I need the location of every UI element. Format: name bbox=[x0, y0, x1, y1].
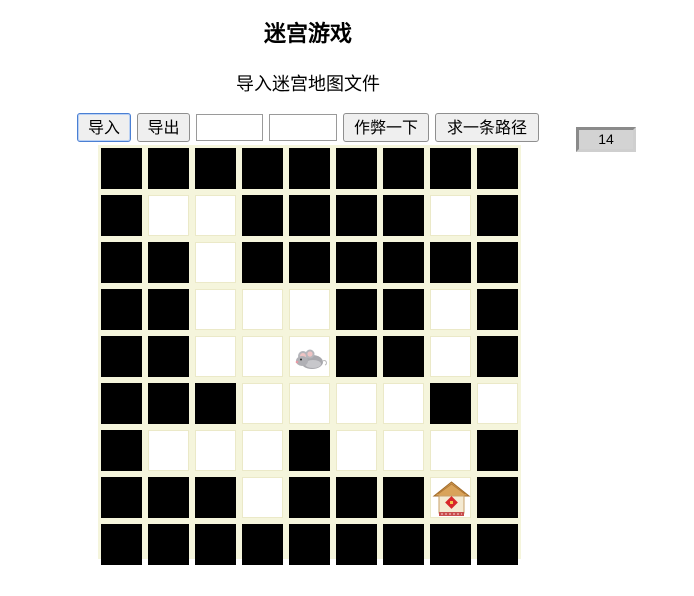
maze-wall-cell[interactable] bbox=[289, 524, 330, 565]
maze-wall-cell[interactable] bbox=[148, 477, 189, 518]
maze-wall-cell[interactable] bbox=[477, 430, 518, 471]
maze-wall-cell[interactable] bbox=[101, 524, 142, 565]
maze-wall-cell[interactable] bbox=[477, 195, 518, 236]
maze-wall-cell[interactable] bbox=[148, 242, 189, 283]
maze-wall-cell[interactable] bbox=[383, 195, 424, 236]
maze-path-cell[interactable] bbox=[430, 477, 471, 518]
maze-board[interactable] bbox=[98, 145, 521, 565]
maze-wall-cell[interactable] bbox=[242, 148, 283, 189]
maze-path-cell[interactable] bbox=[430, 289, 471, 330]
maze-wall-cell[interactable] bbox=[477, 148, 518, 189]
maze-wall-cell[interactable] bbox=[430, 524, 471, 565]
maze-wall-cell[interactable] bbox=[101, 336, 142, 377]
maze-path-cell[interactable] bbox=[242, 383, 283, 424]
maze-wall-cell[interactable] bbox=[289, 148, 330, 189]
maze-wall-cell[interactable] bbox=[383, 477, 424, 518]
maze-wall-cell[interactable] bbox=[101, 148, 142, 189]
maze-path-cell[interactable] bbox=[195, 195, 236, 236]
maze-path-cell[interactable] bbox=[195, 336, 236, 377]
maze-wall-cell[interactable] bbox=[383, 148, 424, 189]
maze-wall-cell[interactable] bbox=[195, 477, 236, 518]
maze-wall-cell[interactable] bbox=[477, 477, 518, 518]
export-button[interactable]: 导出 bbox=[137, 113, 190, 142]
maze-wall-cell[interactable] bbox=[101, 289, 142, 330]
maze-wall-cell[interactable] bbox=[477, 336, 518, 377]
maze-wall-cell[interactable] bbox=[195, 383, 236, 424]
maze-path-cell[interactable] bbox=[289, 336, 330, 377]
maze-wall-cell[interactable] bbox=[430, 383, 471, 424]
step-counter: 14 bbox=[576, 127, 636, 152]
maze-path-cell[interactable] bbox=[148, 430, 189, 471]
text-input-2[interactable] bbox=[269, 114, 337, 141]
maze-wall-cell[interactable] bbox=[289, 242, 330, 283]
maze-wall-cell[interactable] bbox=[430, 242, 471, 283]
maze-path-cell[interactable] bbox=[336, 430, 377, 471]
maze-wall-cell[interactable] bbox=[195, 524, 236, 565]
maze-wall-cell[interactable] bbox=[148, 383, 189, 424]
maze-wall-cell[interactable] bbox=[242, 195, 283, 236]
maze-wall-cell[interactable] bbox=[148, 336, 189, 377]
maze-wall-cell[interactable] bbox=[383, 242, 424, 283]
maze-path-cell[interactable] bbox=[289, 383, 330, 424]
maze-path-cell[interactable] bbox=[242, 289, 283, 330]
maze-wall-cell[interactable] bbox=[336, 242, 377, 283]
maze-path-cell[interactable] bbox=[195, 430, 236, 471]
text-input-1[interactable] bbox=[196, 114, 263, 141]
maze-path-cell[interactable] bbox=[430, 430, 471, 471]
import-button[interactable]: 导入 bbox=[77, 113, 131, 142]
maze-path-cell[interactable] bbox=[383, 430, 424, 471]
maze-wall-cell[interactable] bbox=[242, 242, 283, 283]
maze-wall-cell[interactable] bbox=[430, 148, 471, 189]
maze-wall-cell[interactable] bbox=[101, 195, 142, 236]
maze-wall-cell[interactable] bbox=[336, 524, 377, 565]
maze-wall-cell[interactable] bbox=[195, 148, 236, 189]
maze-path-cell[interactable] bbox=[242, 336, 283, 377]
maze-wall-cell[interactable] bbox=[383, 336, 424, 377]
maze-wall-cell[interactable] bbox=[336, 477, 377, 518]
import-map-label: 导入迷宫地图文件 bbox=[236, 74, 380, 95]
maze-wall-cell[interactable] bbox=[101, 430, 142, 471]
maze-wall-cell[interactable] bbox=[477, 524, 518, 565]
maze-path-cell[interactable] bbox=[289, 289, 330, 330]
maze-path-cell[interactable] bbox=[430, 336, 471, 377]
maze-wall-cell[interactable] bbox=[336, 336, 377, 377]
find-path-button[interactable]: 求一条路径 bbox=[435, 113, 539, 142]
maze-wall-cell[interactable] bbox=[242, 524, 283, 565]
maze-wall-cell[interactable] bbox=[101, 242, 142, 283]
maze-wall-cell[interactable] bbox=[336, 148, 377, 189]
maze-wall-cell[interactable] bbox=[101, 477, 142, 518]
maze-wall-cell[interactable] bbox=[336, 289, 377, 330]
maze-path-cell[interactable] bbox=[242, 477, 283, 518]
maze-wall-cell[interactable] bbox=[101, 383, 142, 424]
maze-path-cell[interactable] bbox=[430, 195, 471, 236]
maze-wall-cell[interactable] bbox=[289, 477, 330, 518]
maze-path-cell[interactable] bbox=[148, 195, 189, 236]
maze-wall-cell[interactable] bbox=[477, 289, 518, 330]
maze-wall-cell[interactable] bbox=[477, 242, 518, 283]
maze-wall-cell[interactable] bbox=[289, 430, 330, 471]
cheat-button[interactable]: 作弊一下 bbox=[343, 113, 429, 142]
maze-path-cell[interactable] bbox=[477, 383, 518, 424]
maze-wall-cell[interactable] bbox=[148, 524, 189, 565]
maze-wall-cell[interactable] bbox=[289, 195, 330, 236]
maze-path-cell[interactable] bbox=[195, 242, 236, 283]
maze-wall-cell[interactable] bbox=[383, 524, 424, 565]
maze-wall-cell[interactable] bbox=[148, 289, 189, 330]
maze-wall-cell[interactable] bbox=[336, 195, 377, 236]
maze-path-cell[interactable] bbox=[195, 289, 236, 330]
maze-wall-cell[interactable] bbox=[148, 148, 189, 189]
maze-path-cell[interactable] bbox=[242, 430, 283, 471]
maze-wall-cell[interactable] bbox=[383, 289, 424, 330]
page-title: 迷宫游戏 bbox=[263, 22, 352, 47]
maze-path-cell[interactable] bbox=[383, 383, 424, 424]
maze-path-cell[interactable] bbox=[336, 383, 377, 424]
